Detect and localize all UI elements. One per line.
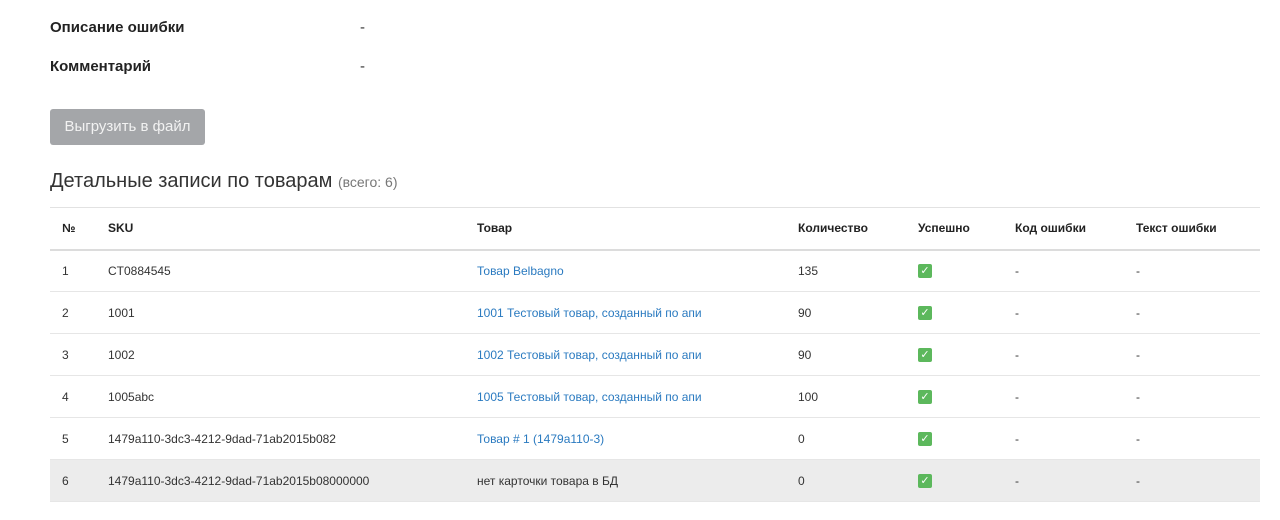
row-error-text: - [1136, 473, 1140, 488]
table-row: 3 1002 1002 Тестовый товар, созданный по… [50, 334, 1260, 376]
error-description-value: - [360, 19, 365, 36]
row-sku: 1001 [108, 305, 135, 320]
row-no: 4 [62, 389, 69, 404]
check-square-icon: ✓ [918, 348, 932, 362]
row-error-code: - [1015, 263, 1019, 278]
error-description-row: Описание ошибки - [50, 18, 365, 38]
header-success: Успешно [918, 221, 970, 236]
row-sku: 1479a110-3dc3-4212-9dad-71ab2015b082 [108, 431, 336, 446]
product-link[interactable]: 1005 Тестовый товар, созданный по апи [477, 390, 702, 404]
comment-label: Комментарий [50, 58, 152, 75]
row-quantity: 135 [798, 263, 819, 278]
row-no: 6 [62, 473, 69, 488]
error-description-label: Описание ошибки [50, 19, 185, 36]
row-error-text: - [1136, 305, 1140, 320]
comment-value: - [360, 58, 365, 75]
export-to-file-button[interactable]: Выгрузить в файл [50, 109, 205, 145]
row-error-text: - [1136, 263, 1140, 278]
table-row: 6 1479a110-3dc3-4212-9dad-71ab2015b08000… [50, 459, 1260, 502]
product-link[interactable]: 1001 Тестовый товар, созданный по апи [477, 306, 702, 320]
header-no: № [62, 221, 76, 236]
row-error-text: - [1136, 431, 1140, 446]
section-count: (всего: 6) [337, 174, 398, 190]
header-error-code: Код ошибки [1015, 221, 1086, 236]
row-sku: 1479a110-3dc3-4212-9dad-71ab2015b0800000… [108, 473, 370, 488]
product-link[interactable]: 1002 Тестовый товар, созданный по апи [477, 348, 702, 362]
row-quantity: 0 [798, 473, 805, 488]
row-quantity: 90 [798, 347, 812, 362]
check-square-icon: ✓ [918, 390, 932, 404]
row-error-code: - [1015, 347, 1019, 362]
row-error-text: - [1136, 347, 1140, 362]
product-link[interactable]: Товар Belbagno [477, 264, 564, 278]
header-error-text: Текст ошибки [1136, 221, 1217, 236]
check-square-icon: ✓ [918, 306, 932, 320]
table-row: 5 1479a110-3dc3-4212-9dad-71ab2015b082 Т… [50, 418, 1260, 460]
header-product: Товар [477, 221, 513, 236]
check-square-icon: ✓ [918, 264, 932, 279]
row-quantity: 100 [798, 389, 819, 404]
row-error-text: - [1136, 389, 1140, 404]
check-square-icon: ✓ [918, 432, 932, 446]
row-sku: 1002 [108, 347, 135, 362]
check-square-icon: ✓ [918, 474, 932, 488]
row-error-code: - [1015, 389, 1019, 404]
row-quantity: 0 [798, 431, 805, 446]
row-no: 3 [62, 347, 69, 362]
table-header-row: № SKU Товар Количество Успешно Код ошибк… [50, 207, 1260, 250]
row-error-code: - [1015, 473, 1019, 488]
header-quantity: Количество [798, 221, 868, 236]
products-table: № SKU Товар Количество Успешно Код ошибк… [50, 207, 1260, 502]
table-row: 4 1005abc 1005 Тестовый товар, созданный… [50, 376, 1260, 418]
row-error-code: - [1015, 305, 1019, 320]
header-sku: SKU [108, 221, 134, 236]
row-no: 2 [62, 305, 69, 320]
row-no: 1 [62, 263, 69, 278]
table-row: 1 CT0884545 Товар Belbagno 135 ✓ - - [50, 250, 1260, 292]
row-sku: 1005abc [108, 389, 155, 404]
section-title-text: Детальные записи по товарам [50, 170, 333, 192]
comment-row: Комментарий - [50, 57, 365, 77]
row-no: 5 [62, 431, 69, 446]
row-error-code: - [1015, 431, 1019, 446]
product-link[interactable]: Товар # 1 (1479a110-3) [477, 432, 604, 446]
section-title: Детальные записи по товарам (всего: 6) [50, 168, 397, 195]
row-sku: CT0884545 [108, 263, 171, 278]
row-product-text: нет карточки товара в БД [477, 473, 618, 488]
table-row: 2 1001 1001 Тестовый товар, созданный по… [50, 292, 1260, 334]
row-quantity: 90 [798, 305, 812, 320]
